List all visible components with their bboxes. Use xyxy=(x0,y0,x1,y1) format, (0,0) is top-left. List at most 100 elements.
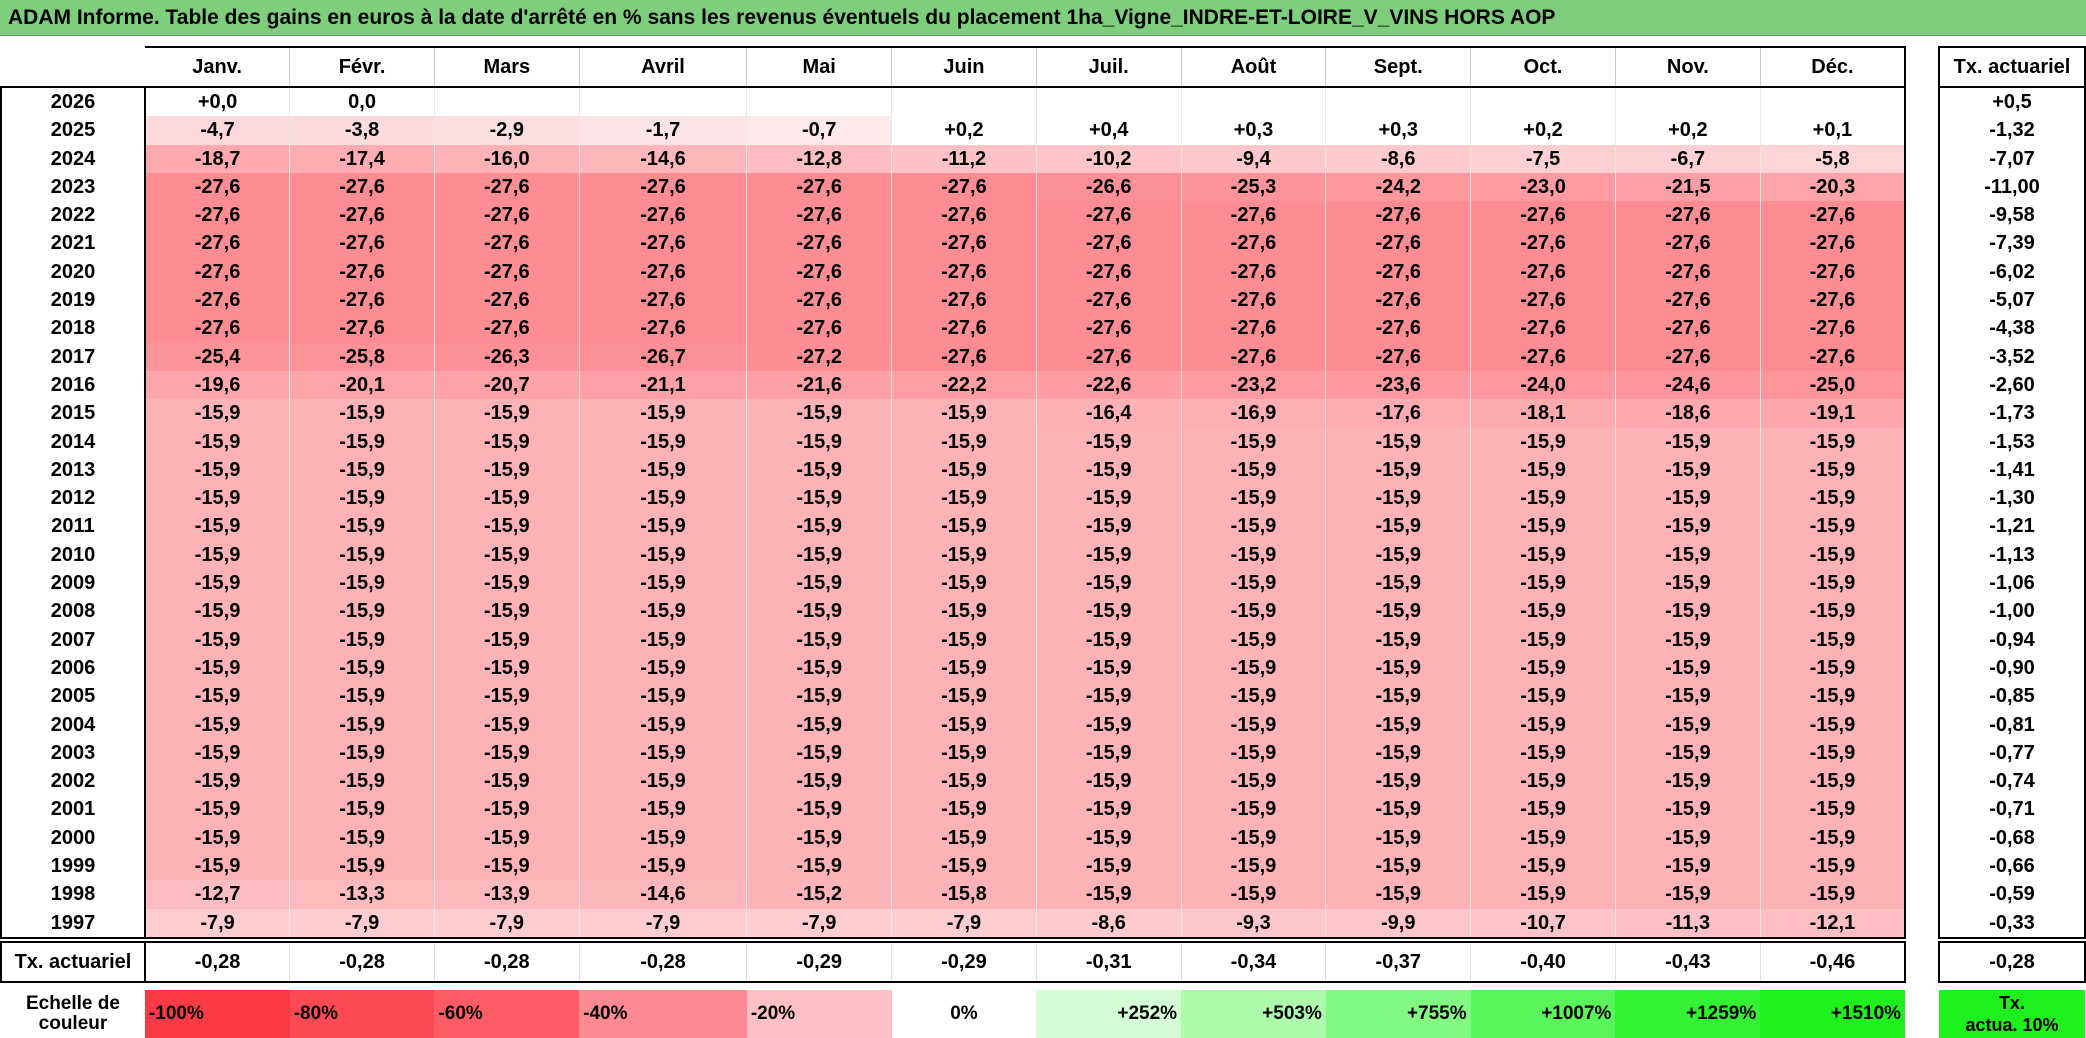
value-cell: -15,9 xyxy=(891,597,1037,626)
value-cell: -15,9 xyxy=(289,512,435,541)
value-cell: -15,9 xyxy=(1615,710,1761,739)
year-cell: 2003 xyxy=(0,738,146,768)
value-cell: -15,9 xyxy=(434,852,580,881)
value-cell: -15,9 xyxy=(434,484,580,513)
table-row: 1998 -12,7 -13,3 -13,9 -14,6 -15,2 -15,8 -15,9-… xyxy=(0,880,2086,909)
value-cell: -15,9 xyxy=(434,625,580,654)
value-cell: -15,9 xyxy=(1325,653,1472,683)
value-cell: -27,6 xyxy=(891,342,1037,371)
value-cell: -27,6 xyxy=(144,172,291,202)
color-scale-step: -80% xyxy=(289,989,435,1038)
value-cell: -15,9 xyxy=(289,852,435,881)
value-cell: -27,6 xyxy=(434,229,580,258)
value-cell: -15,9 xyxy=(1181,682,1327,711)
year-cell: 2006 xyxy=(0,653,146,683)
value-cell xyxy=(1470,87,1616,117)
value-cell: -27,6 xyxy=(144,314,291,343)
value-cell: -15,9 xyxy=(1470,682,1616,711)
value-cell: -27,6 xyxy=(434,257,580,287)
value-cell: -7,9 xyxy=(144,908,291,939)
value-cell: -15,9 xyxy=(1036,484,1182,513)
value-cell: -15,9 xyxy=(1760,540,1907,570)
value-cell: -15,9 xyxy=(1470,625,1616,654)
gap-cell xyxy=(1905,484,1939,513)
value-cell: -15,9 xyxy=(1181,540,1327,570)
value-cell: -7,9 xyxy=(891,908,1037,939)
table-row: 2009 -15,9 -15,9 -15,9 -15,9 -15,9 -15,9 -15,9-… xyxy=(0,569,2086,598)
value-cell: -15,9 xyxy=(891,569,1037,598)
rate-cell: -1,00 xyxy=(1937,597,2086,626)
value-cell: -27,6 xyxy=(746,229,893,258)
value-cell: -15,9 xyxy=(891,653,1037,683)
value-cell: -27,6 xyxy=(579,314,748,343)
value-cell: -15,9 xyxy=(746,653,893,683)
month-header: Juin xyxy=(891,46,1037,88)
color-scale-step: +252% xyxy=(1036,989,1182,1038)
value-cell: -15,9 xyxy=(1181,767,1327,796)
value-cell: -17,4 xyxy=(289,144,435,173)
rate-cell: -1,21 xyxy=(1937,512,2086,541)
value-cell: -22,6 xyxy=(1036,370,1182,400)
color-scale-step: -60% xyxy=(434,989,580,1038)
value-cell: -15,9 xyxy=(1615,427,1761,456)
value-cell: -15,9 xyxy=(579,682,748,711)
value-cell: -27,6 xyxy=(1615,229,1761,258)
value-cell: -15,9 xyxy=(1325,738,1472,768)
rate-cell: -2,60 xyxy=(1937,370,2086,400)
value-cell: -15,9 xyxy=(1760,625,1907,654)
value-cell: -15,9 xyxy=(1036,540,1182,570)
year-cell: 1998 xyxy=(0,880,146,909)
value-cell: -4,7 xyxy=(144,116,291,145)
rate-cell: -0,94 xyxy=(1937,625,2086,654)
value-cell: -15,9 xyxy=(1760,710,1907,739)
value-cell: -27,6 xyxy=(1181,201,1327,230)
value-cell: -15,9 xyxy=(144,738,291,768)
value-cell: -15,9 xyxy=(1615,795,1761,824)
year-cell: 2004 xyxy=(0,710,146,739)
value-cell: -15,9 xyxy=(1181,512,1327,541)
table-row: 2004 -15,9 -15,9 -15,9 -15,9 -15,9 -15,9 -15,9-… xyxy=(0,710,2086,739)
value-cell: -15,9 xyxy=(289,710,435,739)
rate-cell: -3,52 xyxy=(1937,342,2086,371)
gap-cell xyxy=(1905,116,1939,145)
value-cell: -23,2 xyxy=(1181,370,1327,400)
value-cell: -15,9 xyxy=(1325,597,1472,626)
value-cell: -15,9 xyxy=(891,399,1037,428)
summary-value: -0,37 xyxy=(1325,940,1472,983)
gap-cell xyxy=(1905,795,1939,824)
summary-value: -0,28 xyxy=(289,940,435,983)
value-cell: -15,2 xyxy=(746,880,893,909)
value-cell: -15,9 xyxy=(1036,767,1182,796)
value-cell: -27,6 xyxy=(1325,201,1472,230)
value-cell: -15,9 xyxy=(144,569,291,598)
value-cell: -3,8 xyxy=(289,116,435,145)
value-cell: -15,9 xyxy=(579,540,748,570)
table-row: 2023 -27,6 -27,6 -27,6 -27,6 -27,6 -27,6 -26,6-… xyxy=(0,172,2086,202)
summary-value: -0,29 xyxy=(746,940,893,983)
value-cell: -15,9 xyxy=(1325,427,1472,456)
value-cell: -15,9 xyxy=(1760,823,1907,853)
month-header: Mars xyxy=(434,46,580,88)
value-cell: -15,9 xyxy=(1615,455,1761,485)
gains-table: Janv. Févr. Mars Avril Mai Juin Juil. Août Sept.… xyxy=(0,46,2086,1038)
gap-cell xyxy=(1905,880,1939,909)
table-row: 2001 -15,9 -15,9 -15,9 -15,9 -15,9 -15,9 -15,9-… xyxy=(0,795,2086,824)
value-cell: -15,9 xyxy=(289,823,435,853)
value-cell: -25,3 xyxy=(1181,172,1327,202)
value-cell: -25,4 xyxy=(144,342,291,371)
table-row: 2020 -27,6 -27,6 -27,6 -27,6 -27,6 -27,6 -27,6-… xyxy=(0,257,2086,287)
gap-cell xyxy=(1905,569,1939,598)
value-cell: -15,9 xyxy=(1615,767,1761,796)
rate-cell: -1,06 xyxy=(1937,569,2086,598)
summary-label: Tx. actuariel xyxy=(0,940,146,983)
value-cell: -16,0 xyxy=(434,144,580,173)
rate-cell: -0,90 xyxy=(1937,653,2086,683)
summary-value: -0,28 xyxy=(144,940,291,983)
value-cell: -15,9 xyxy=(289,597,435,626)
year-cell: 2022 xyxy=(0,201,146,230)
value-cell: -9,3 xyxy=(1181,908,1327,939)
month-header: Sept. xyxy=(1325,46,1472,88)
value-cell: -15,9 xyxy=(746,512,893,541)
gap-cell xyxy=(1905,738,1939,768)
value-cell: -27,6 xyxy=(1036,201,1182,230)
